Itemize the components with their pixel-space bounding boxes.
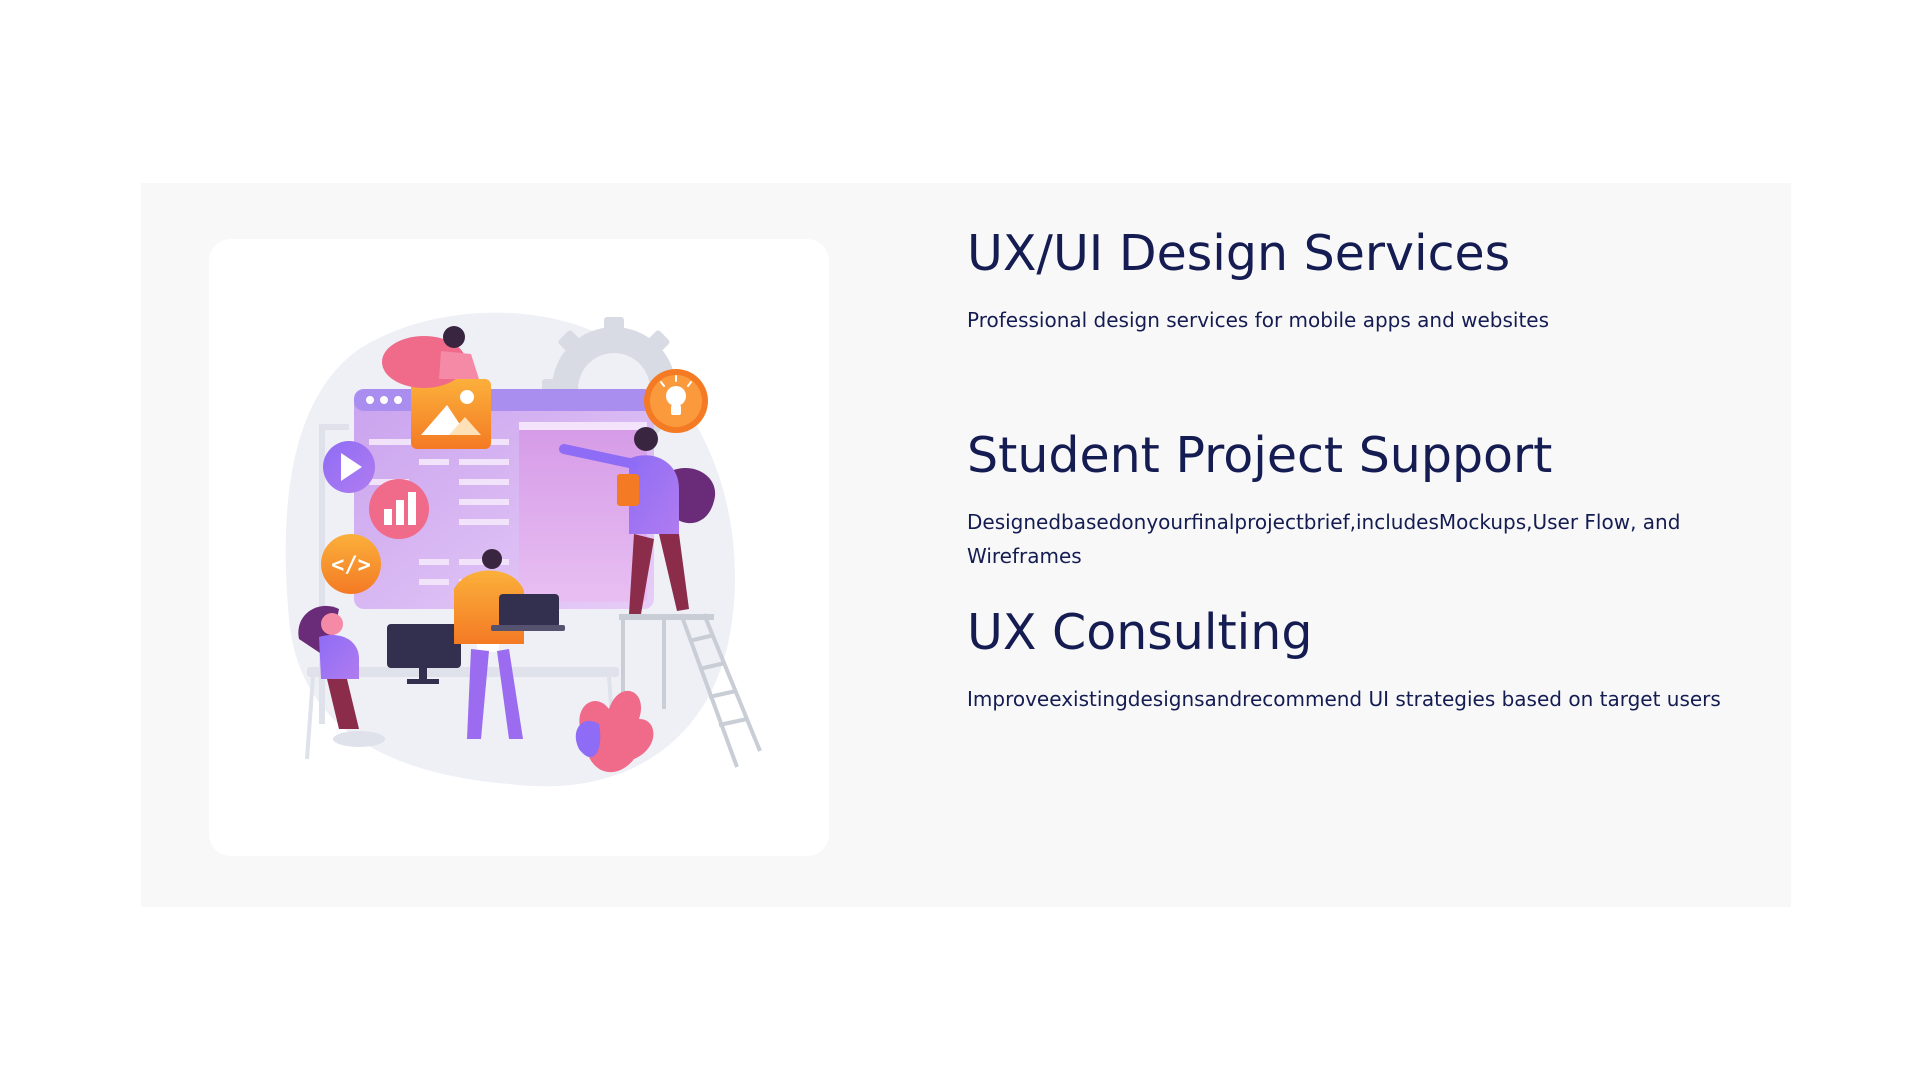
code-icon: </>	[321, 534, 381, 594]
service-title: UX Consulting	[967, 604, 1313, 661]
service-item: UX Consulting Improveexistingdesignsandr…	[967, 602, 1767, 716]
service-title: UX/UI Design Services	[967, 225, 1511, 282]
service-item: UX/UI Design Services Professional desig…	[967, 223, 1767, 337]
lightbulb-icon	[644, 369, 708, 433]
service-description: Professional design services for mobile …	[967, 308, 1550, 332]
image-icon	[411, 379, 491, 449]
service-item: Student Project Support Designedbasedony…	[967, 425, 1767, 573]
play-icon	[323, 441, 375, 493]
service-description: Designedbasedonyourfinalprojectbrief,inc…	[967, 510, 1681, 568]
services-section: </> UX/UI Design Services Professional d…	[141, 183, 1791, 907]
svg-text:</>: </>	[331, 553, 371, 578]
service-title: Student Project Support	[967, 427, 1553, 484]
service-description: Improveexistingdesignsandrecommend UI st…	[967, 687, 1721, 711]
team-design-illustration: </>	[285, 312, 762, 787]
illustration-card: </>	[209, 239, 829, 856]
bar-chart-icon	[369, 479, 429, 539]
